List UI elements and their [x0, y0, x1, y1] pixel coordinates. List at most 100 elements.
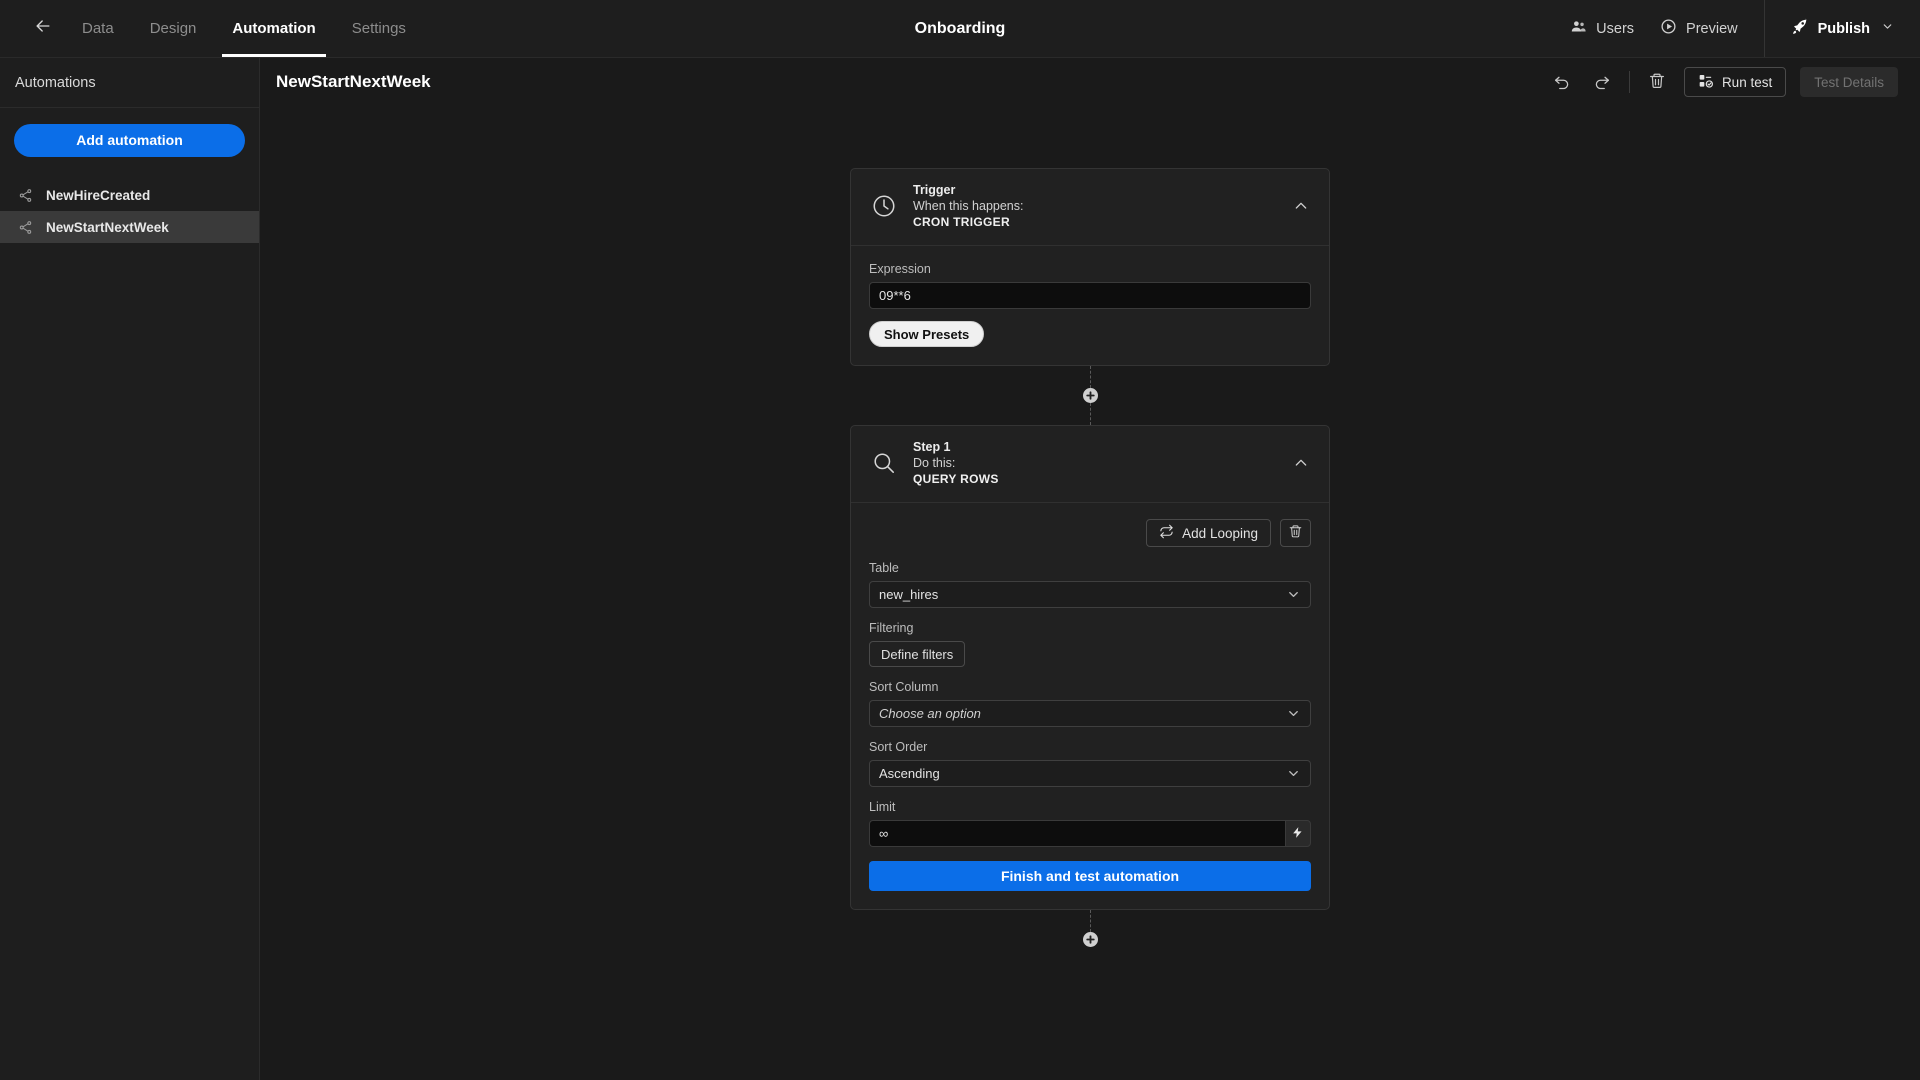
connector-after-step1	[1082, 910, 1098, 947]
chevron-up-icon[interactable]	[1293, 198, 1309, 214]
test-details-button[interactable]: Test Details	[1800, 67, 1898, 97]
app-body: Automations Add automation NewHireCreate…	[0, 58, 1920, 1080]
redo-button[interactable]	[1589, 69, 1615, 95]
show-presets-button[interactable]: Show Presets	[869, 321, 985, 347]
publish-group: Publish	[1763, 0, 1920, 57]
loop-icon	[1159, 524, 1174, 542]
sort-order-value: Ascending	[879, 766, 940, 781]
chevron-up-icon[interactable]	[1293, 455, 1309, 471]
automation-canvas[interactable]: Trigger When this happens: CRON TRIGGER …	[260, 106, 1920, 1080]
limit-binding-button[interactable]	[1284, 820, 1311, 847]
step-1-card[interactable]: Step 1 Do this: QUERY ROWS Add Looping T…	[850, 425, 1330, 910]
table-select[interactable]: new_hires	[869, 581, 1311, 608]
chevron-down-icon	[1286, 766, 1301, 781]
trigger-card-body: Expression Show Presets	[851, 246, 1329, 365]
step-1-card-header[interactable]: Step 1 Do this: QUERY ROWS	[851, 426, 1329, 503]
finish-and-test-button[interactable]: Finish and test automation	[869, 861, 1311, 891]
users-button[interactable]: Users	[1570, 18, 1634, 39]
undo-button[interactable]	[1549, 69, 1575, 95]
top-navigation-bar: Data Design Automation Settings Onboardi…	[0, 0, 1920, 58]
preview-label: Preview	[1686, 20, 1738, 37]
rocket-icon	[1791, 18, 1809, 40]
run-test-button[interactable]: Run test	[1683, 67, 1787, 97]
top-nav-right: Users Preview Publish	[1544, 0, 1920, 57]
automation-header-actions: Run test Test Details	[1549, 67, 1898, 97]
chevron-down-icon	[1286, 587, 1301, 602]
add-looping-button[interactable]: Add Looping	[1146, 519, 1271, 547]
nav-tab-settings[interactable]: Settings	[334, 0, 424, 57]
nav-tab-label: Data	[82, 20, 114, 37]
step-1-title: Step 1	[913, 440, 951, 454]
sidebar-header: Automations	[0, 58, 259, 108]
add-step-button[interactable]	[1082, 388, 1098, 403]
sidebar-body: Add automation NewHireCreated NewStartNe…	[0, 108, 259, 243]
main-panel: NewStartNextWeek Run test Test Details T…	[260, 58, 1920, 1080]
step-1-card-text: Step 1 Do this: QUERY ROWS	[913, 440, 999, 486]
connector-trigger-to-step1	[1082, 366, 1098, 425]
share-nodes-icon	[18, 188, 33, 203]
arrow-left-icon	[33, 16, 53, 41]
sort-column-select[interactable]: Choose an option	[869, 700, 1311, 727]
top-nav-left: Data Design Automation Settings	[0, 0, 424, 57]
add-automation-button[interactable]: Add automation	[14, 124, 245, 157]
sort-order-label: Sort Order	[869, 740, 928, 754]
preview-button[interactable]: Preview	[1660, 18, 1738, 39]
table-select-value: new_hires	[879, 587, 939, 602]
nav-tab-design[interactable]: Design	[132, 0, 215, 57]
publish-label: Publish	[1817, 20, 1870, 37]
delete-step-button[interactable]	[1280, 519, 1311, 547]
clock-icon	[871, 193, 897, 219]
users-label: Users	[1596, 20, 1635, 37]
connector-line	[1089, 910, 1091, 932]
sidebar-item-newstartnextweek[interactable]: NewStartNextWeek	[0, 211, 259, 243]
play-circle-icon	[1660, 18, 1677, 39]
delete-automation-button[interactable]	[1644, 69, 1670, 95]
publish-button[interactable]: Publish	[1791, 18, 1894, 40]
add-step-button[interactable]	[1082, 932, 1098, 947]
run-test-label: Run test	[1721, 74, 1773, 90]
trigger-card-text: Trigger When this happens: CRON TRIGGER	[913, 183, 1024, 229]
automation-flow: Trigger When this happens: CRON TRIGGER …	[850, 168, 1330, 947]
trigger-subtitle: When this happens:	[913, 199, 1024, 213]
top-nav-actions: Users Preview	[1544, 0, 1763, 57]
automation-header: NewStartNextWeek Run test Test Details	[260, 58, 1920, 106]
trigger-title: Trigger	[913, 183, 956, 197]
sidebar-item-label: NewStartNextWeek	[46, 219, 169, 235]
page-title: NewStartNextWeek	[276, 72, 431, 91]
users-icon	[1570, 18, 1587, 39]
filtering-label: Filtering	[869, 621, 914, 635]
automations-sidebar: Automations Add automation NewHireCreate…	[0, 58, 260, 1080]
trigger-card[interactable]: Trigger When this happens: CRON TRIGGER …	[850, 168, 1330, 366]
table-label: Table	[869, 561, 899, 575]
define-filters-button[interactable]: Define filters	[869, 641, 966, 667]
flow-test-icon	[1698, 73, 1714, 92]
undo-icon	[1553, 72, 1571, 93]
chevron-down-icon	[1286, 706, 1301, 721]
back-button[interactable]	[22, 0, 64, 57]
lightning-bolt-icon	[1291, 826, 1304, 842]
step-1-toolbar: Add Looping	[869, 519, 1311, 547]
share-nodes-icon	[18, 220, 33, 235]
limit-field-group	[869, 820, 1311, 847]
sidebar-item-newhirecreated[interactable]: NewHireCreated	[0, 179, 259, 211]
redo-icon	[1593, 72, 1611, 93]
limit-input[interactable]	[869, 820, 1285, 847]
step-1-subtitle: Do this:	[913, 456, 956, 470]
limit-label: Limit	[869, 800, 896, 814]
connector-line	[1089, 366, 1091, 388]
nav-tab-data[interactable]: Data	[64, 0, 132, 57]
trigger-card-header[interactable]: Trigger When this happens: CRON TRIGGER	[851, 169, 1329, 246]
search-icon	[871, 450, 897, 476]
header-divider	[1628, 71, 1630, 93]
trash-icon	[1648, 72, 1666, 93]
trash-icon	[1288, 524, 1303, 542]
add-looping-label: Add Looping	[1182, 525, 1258, 541]
chevron-down-icon	[1881, 20, 1894, 37]
sort-column-label: Sort Column	[869, 680, 939, 694]
nav-tab-automation[interactable]: Automation	[214, 0, 333, 57]
connector-line	[1089, 403, 1091, 425]
sort-order-select[interactable]: Ascending	[869, 760, 1311, 787]
expression-input[interactable]	[869, 282, 1311, 309]
step-1-kind: QUERY ROWS	[913, 472, 999, 486]
step-1-card-body: Add Looping Table new_hires Filtering De…	[851, 503, 1329, 909]
